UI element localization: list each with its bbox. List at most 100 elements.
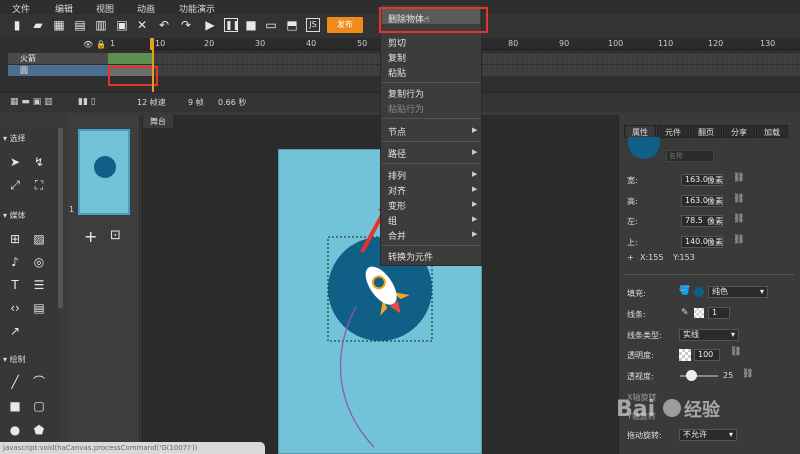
submenu-arrow-icon: ▶ <box>472 126 478 134</box>
html-icon[interactable]: ▤ <box>32 301 46 315</box>
menu-item-node[interactable]: 节点 <box>388 125 406 138</box>
js-icon[interactable]: JS <box>306 18 320 32</box>
video-icon[interactable]: ◎ <box>32 255 46 269</box>
play-icon[interactable]: ▶ <box>203 18 217 32</box>
stroke-width-select[interactable]: 1 <box>708 307 730 319</box>
cut-icon[interactable]: ▥ <box>94 18 108 32</box>
unit-label: 像素 <box>707 217 723 226</box>
rectangle-icon[interactable]: ■ <box>8 399 22 413</box>
add-layer-icon[interactable]: ▦ ▬ ▣ ▥ <box>10 97 53 107</box>
stop-icon[interactable]: ■ <box>244 18 258 32</box>
opacity-value: 100 <box>698 350 714 359</box>
chart-icon[interactable]: ↗ <box>8 324 22 338</box>
open-file-icon[interactable]: ▰ <box>31 18 45 32</box>
link-icon[interactable]: ⛓ <box>733 194 744 204</box>
link-icon[interactable]: ⛓ <box>742 369 753 379</box>
unit-label: 像素 <box>707 238 723 247</box>
tab-stage[interactable]: 舞台 <box>143 115 173 128</box>
undo-icon[interactable]: ↶ <box>157 18 171 32</box>
menu-item-paste-action[interactable]: 粘贴行为 <box>388 102 424 115</box>
export-icon[interactable]: ⬒ <box>285 18 299 32</box>
menu-item-paste[interactable]: 粘贴 <box>388 66 406 79</box>
ruler-tick: 50 <box>357 39 368 48</box>
frame-tools-icon[interactable]: ▮▮ ▯ <box>78 97 96 107</box>
curve-icon[interactable]: ⌒ <box>32 375 46 389</box>
menu-item-cut[interactable]: 剪切 <box>388 36 406 49</box>
frame-icon[interactable]: ⛶ <box>32 178 46 192</box>
layer-row[interactable]: 火箭 <box>8 53 108 64</box>
textbox-icon[interactable]: ☰ <box>32 278 46 292</box>
plus-icon[interactable]: + <box>627 253 634 262</box>
stroke-type-select[interactable]: 实线 ▾ <box>679 329 739 341</box>
width-label: 宽: <box>627 176 638 185</box>
duplicate-scene-icon[interactable]: ⊡ <box>110 228 121 243</box>
pointer-icon[interactable]: ➤ <box>8 155 22 169</box>
slider-handle[interactable] <box>686 370 697 381</box>
subselect-icon[interactable]: ↯ <box>32 155 46 169</box>
stroke-type-value: 实线 <box>683 330 699 339</box>
name-input[interactable] <box>666 150 714 162</box>
stroke-color-swatch[interactable] <box>694 308 704 318</box>
audio-icon[interactable]: ♪ <box>8 255 22 269</box>
y-readout: Y:153 <box>673 253 695 262</box>
new-file-icon[interactable]: ▮ <box>10 18 24 32</box>
opacity-swatch[interactable] <box>679 349 691 361</box>
menu-item-merge[interactable]: 合并 <box>388 229 406 242</box>
submenu-arrow-icon: ▶ <box>472 200 478 208</box>
ruler-tick: 10 <box>155 39 166 48</box>
menu-item-transform[interactable]: 变形 <box>388 199 406 212</box>
link-icon[interactable]: ⛓ <box>733 173 744 183</box>
code-icon[interactable]: ‹› <box>8 301 22 315</box>
rounded-rect-icon[interactable]: ▢ <box>32 399 46 413</box>
grid-icon[interactable]: ⊞ <box>8 232 22 246</box>
save-as-icon[interactable]: ▤ <box>73 18 87 32</box>
menu-item-group[interactable]: 组 <box>388 214 397 227</box>
bucket-icon[interactable]: 🪣 <box>679 286 690 296</box>
unit-label: 像素 <box>707 197 723 206</box>
tab-load[interactable]: 加载 <box>756 125 788 138</box>
fill-color-swatch[interactable] <box>694 287 704 297</box>
menu-item-copy-action[interactable]: 复制行为 <box>388 87 424 100</box>
text-icon[interactable]: T <box>8 278 22 292</box>
save-icon[interactable]: ▦ <box>52 18 66 32</box>
rotate-select[interactable]: 不允许 ▾ <box>679 429 737 441</box>
crop-icon[interactable]: ⤢ <box>8 178 22 192</box>
tab-symbols[interactable]: 元件 <box>657 125 689 138</box>
paste-icon[interactable]: ▣ <box>115 18 129 32</box>
link-icon[interactable]: ⛓ <box>733 235 744 245</box>
pen-icon[interactable]: ✎ <box>681 308 689 318</box>
link-icon[interactable]: ⛓ <box>733 214 744 224</box>
keyframe-span[interactable] <box>108 53 153 64</box>
lock-icon[interactable]: 🔒 <box>96 40 106 49</box>
layer-row[interactable]: 圆 <box>8 65 108 76</box>
menu-item-convert[interactable]: 转换为元件 <box>388 250 433 263</box>
polygon-icon[interactable]: ⬟ <box>32 423 46 437</box>
menu-item-align[interactable]: 对齐 <box>388 184 406 197</box>
ruler-tick: 120 <box>708 39 724 48</box>
submenu-arrow-icon: ▶ <box>472 185 478 193</box>
publish-button[interactable]: 发布 <box>327 17 363 33</box>
link-icon[interactable]: ⛓ <box>730 347 741 357</box>
redo-icon[interactable]: ↷ <box>179 18 193 32</box>
tool-scrollbar[interactable] <box>58 128 63 308</box>
tab-flip[interactable]: 翻页 <box>690 125 722 138</box>
chevron-down-icon: ▾ <box>730 330 735 339</box>
tab-share[interactable]: 分享 <box>723 125 755 138</box>
scene-thumbnail[interactable] <box>78 129 130 215</box>
fill-type-select[interactable]: 纯色 ▾ <box>708 286 768 298</box>
menu-item-copy[interactable]: 复制 <box>388 51 406 64</box>
eye-icon[interactable]: 👁 <box>83 40 93 49</box>
delete-icon[interactable]: ✕ <box>135 18 149 32</box>
line-icon[interactable]: ╱ <box>8 375 22 389</box>
add-scene-icon[interactable]: + <box>84 227 97 246</box>
ellipse-icon[interactable]: ● <box>8 423 22 437</box>
image-icon[interactable]: ▨ <box>32 232 46 246</box>
scene-panel: 1 + ⊡ <box>68 115 140 454</box>
thumb-circle <box>94 156 116 178</box>
menu-separator <box>382 118 480 119</box>
pause-icon[interactable]: ❚❚ <box>224 18 240 32</box>
opacity-select[interactable]: 100 <box>694 349 720 361</box>
menu-item-arrange[interactable]: 排列 <box>388 169 406 182</box>
menu-item-path[interactable]: 路径 <box>388 147 406 160</box>
preview-icon[interactable]: ▭ <box>264 18 278 32</box>
